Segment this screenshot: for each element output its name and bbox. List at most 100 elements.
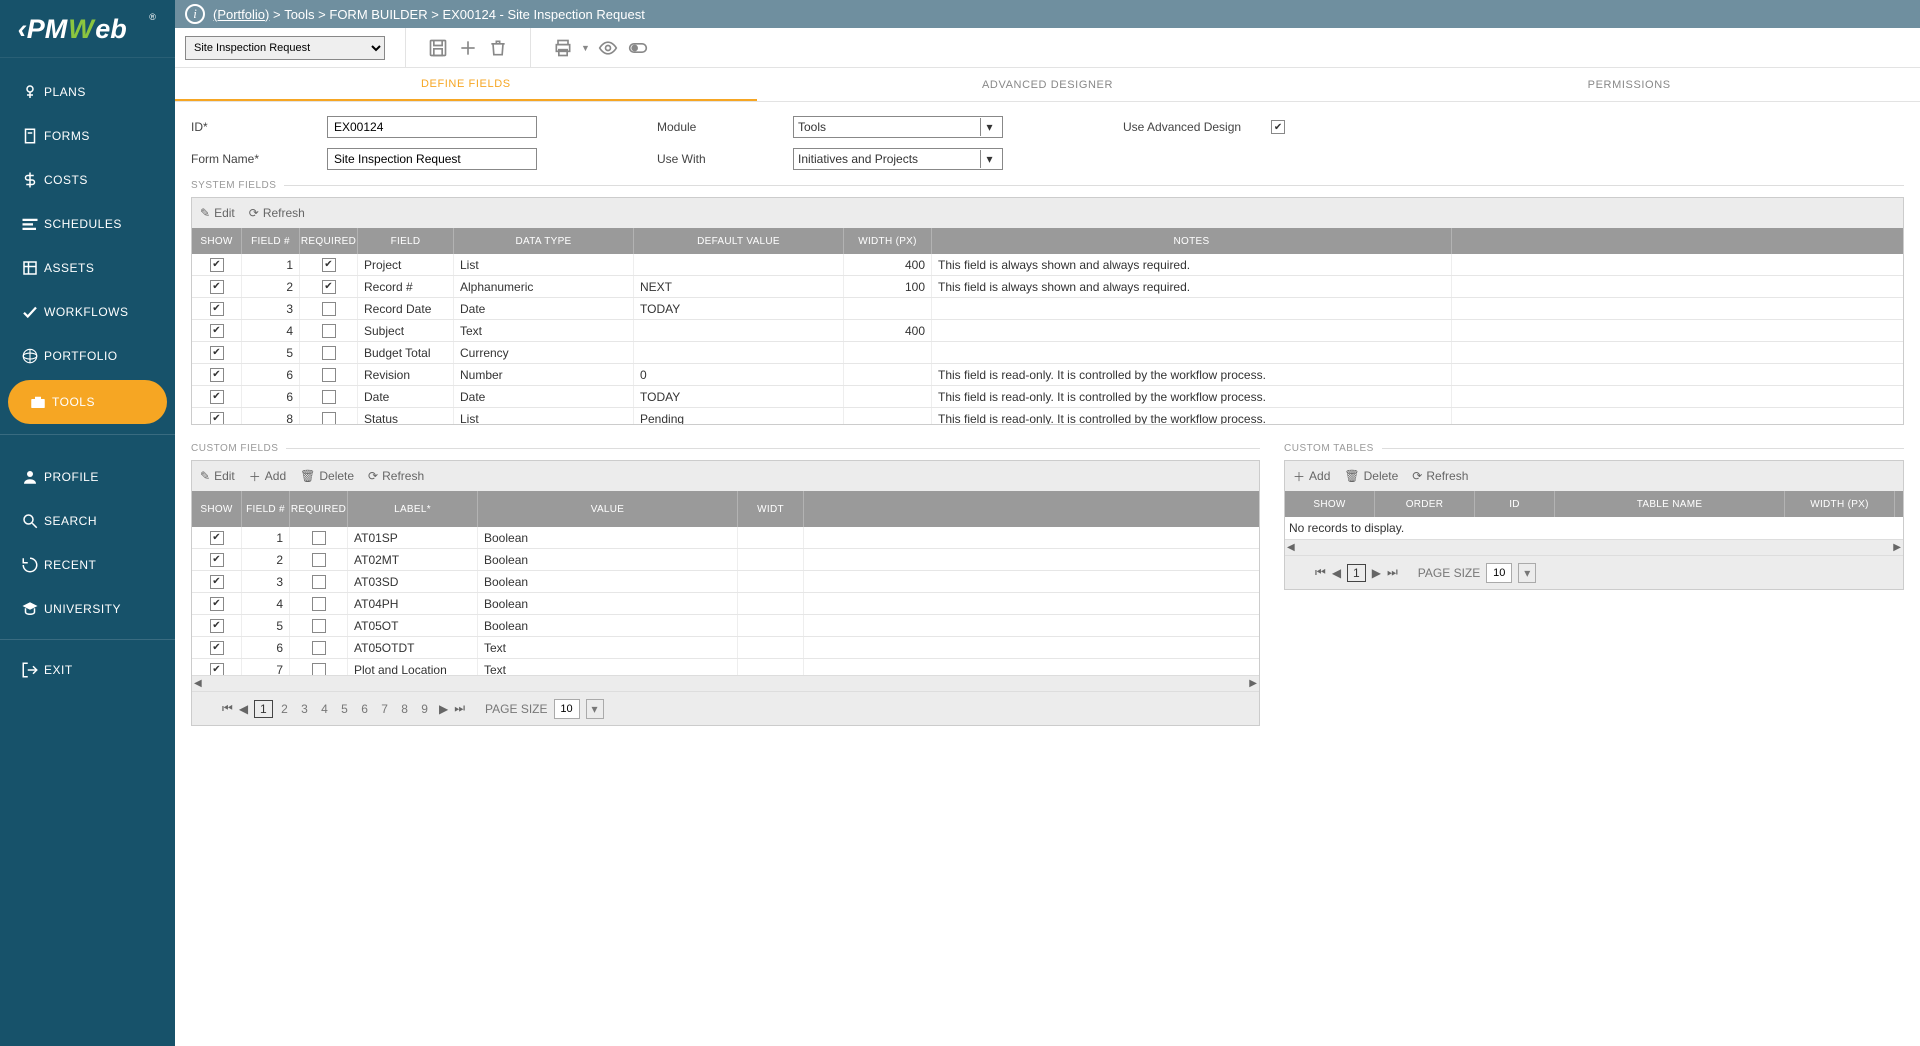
pagesize-input[interactable]	[1486, 563, 1512, 583]
pager-page[interactable]: 9	[416, 701, 433, 717]
show-checkbox[interactable]	[210, 368, 224, 382]
print-button[interactable]	[551, 36, 575, 60]
tab-advanced-designer[interactable]: ADVANCED DESIGNER	[757, 68, 1339, 101]
show-checkbox[interactable]	[210, 597, 224, 611]
preview-button[interactable]	[596, 36, 620, 60]
pager-last-icon[interactable]: ⏭	[454, 701, 465, 716]
required-checkbox[interactable]	[322, 280, 336, 294]
col-header[interactable]: LABEL*	[348, 491, 478, 527]
custom-refresh-button[interactable]: ⟳Refresh	[368, 469, 424, 483]
input-formname[interactable]	[327, 148, 537, 170]
required-checkbox[interactable]	[312, 597, 326, 611]
col-header[interactable]: DATA TYPE	[454, 228, 634, 254]
required-checkbox[interactable]	[312, 663, 326, 676]
tables-delete-button[interactable]: 🗑Delete	[1344, 469, 1398, 483]
col-header[interactable]: ORDER	[1375, 491, 1475, 517]
show-checkbox[interactable]	[210, 280, 224, 294]
required-checkbox[interactable]	[322, 390, 336, 404]
nav-tools[interactable]: TOOLS	[8, 380, 167, 424]
nav-costs[interactable]: COSTS	[0, 158, 175, 202]
pager-page[interactable]: 2	[276, 701, 293, 717]
nav-search[interactable]: SEARCH	[0, 499, 175, 543]
col-header[interactable]: FIELD #	[242, 228, 300, 254]
nav-forms[interactable]: FORMS	[0, 114, 175, 158]
nav-profile[interactable]: PROFILE	[0, 455, 175, 499]
pager-next-icon[interactable]: ▶	[1372, 566, 1381, 580]
col-header[interactable]: SHOW	[1285, 491, 1375, 517]
required-checkbox[interactable]	[312, 553, 326, 567]
col-header[interactable]: DEFAULT VALUE	[634, 228, 844, 254]
scroll-left-icon[interactable]: ◀	[194, 678, 202, 689]
checkbox-advanced[interactable]	[1271, 120, 1285, 134]
col-header[interactable]: REQUIRED	[290, 491, 348, 527]
tables-refresh-button[interactable]: ⟳Refresh	[1412, 469, 1468, 483]
required-checkbox[interactable]	[322, 368, 336, 382]
show-checkbox[interactable]	[210, 575, 224, 589]
scroll-right-icon[interactable]: ▶	[1893, 542, 1901, 553]
col-header[interactable]: ID	[1475, 491, 1555, 517]
select-usewith[interactable]: Initiatives and Projects ▾	[793, 148, 1003, 170]
show-checkbox[interactable]	[210, 346, 224, 360]
col-header[interactable]: WIDT	[738, 491, 804, 527]
nav-workflows[interactable]: WORKFLOWS	[0, 290, 175, 334]
show-checkbox[interactable]	[210, 324, 224, 338]
tab-permissions[interactable]: PERMISSIONS	[1338, 68, 1920, 101]
nav-assets[interactable]: ASSETS	[0, 246, 175, 290]
col-header[interactable]: SHOW	[192, 491, 242, 527]
print-dropdown-caret[interactable]: ▼	[581, 43, 590, 53]
col-header[interactable]: NOTES	[932, 228, 1452, 254]
required-checkbox[interactable]	[312, 575, 326, 589]
required-checkbox[interactable]	[322, 258, 336, 272]
required-checkbox[interactable]	[312, 619, 326, 633]
col-header[interactable]: WIDTH (PX)	[844, 228, 932, 254]
required-checkbox[interactable]	[322, 346, 336, 360]
show-checkbox[interactable]	[210, 390, 224, 404]
col-header[interactable]: FIELD	[358, 228, 454, 254]
scroll-left-icon[interactable]: ◀	[1287, 542, 1295, 553]
pager-first-icon[interactable]: ⏮	[222, 701, 233, 716]
required-checkbox[interactable]	[322, 412, 336, 425]
pager-page[interactable]: 1	[1347, 564, 1366, 582]
input-id[interactable]	[327, 116, 537, 138]
col-header[interactable]: FIELD #	[242, 491, 290, 527]
system-refresh-button[interactable]: ⟳Refresh	[249, 206, 305, 220]
show-checkbox[interactable]	[210, 553, 224, 567]
required-checkbox[interactable]	[322, 302, 336, 316]
show-checkbox[interactable]	[210, 258, 224, 272]
breadcrumb-portfolio[interactable]: (Portfolio)	[213, 7, 269, 22]
col-header[interactable]: VALUE	[478, 491, 738, 527]
custom-add-button[interactable]: ＋Add	[249, 468, 286, 485]
show-checkbox[interactable]	[210, 663, 224, 676]
show-checkbox[interactable]	[210, 531, 224, 545]
custom-delete-button[interactable]: 🗑Delete	[300, 469, 354, 483]
pagesize-input[interactable]	[554, 699, 580, 719]
pager-prev-icon[interactable]: ◀	[1332, 566, 1341, 580]
show-checkbox[interactable]	[210, 302, 224, 316]
show-checkbox[interactable]	[210, 619, 224, 633]
tab-define-fields[interactable]: DEFINE FIELDS	[175, 68, 757, 101]
nav-university[interactable]: UNIVERSITY	[0, 587, 175, 631]
col-header[interactable]: REQUIRED	[300, 228, 358, 254]
chevron-down-icon[interactable]: ▾	[586, 699, 604, 719]
nav-portfolio[interactable]: PORTFOLIO	[0, 334, 175, 378]
pager-page[interactable]: 5	[336, 701, 353, 717]
pager-next-icon[interactable]: ▶	[439, 702, 448, 716]
pager-last-icon[interactable]: ⏭	[1387, 565, 1398, 580]
system-edit-button[interactable]: ✎Edit	[200, 206, 235, 220]
chevron-down-icon[interactable]: ▾	[1518, 563, 1536, 583]
record-selector[interactable]: Site Inspection Request	[185, 36, 385, 60]
scroll-right-icon[interactable]: ▶	[1249, 678, 1257, 689]
nav-recent[interactable]: RECENT	[0, 543, 175, 587]
col-header[interactable]: SHOW	[192, 228, 242, 254]
show-checkbox[interactable]	[210, 412, 224, 425]
custom-edit-button[interactable]: ✎Edit	[200, 469, 235, 483]
col-header[interactable]: TABLE NAME	[1555, 491, 1785, 517]
add-button[interactable]	[456, 36, 480, 60]
nav-schedules[interactable]: SCHEDULES	[0, 202, 175, 246]
pager-page[interactable]: 6	[356, 701, 373, 717]
required-checkbox[interactable]	[312, 641, 326, 655]
col-header[interactable]: WIDTH (PX)	[1785, 491, 1895, 517]
select-module[interactable]: Tools ▾	[793, 116, 1003, 138]
toggle-button[interactable]	[626, 36, 650, 60]
nav-exit[interactable]: EXIT	[0, 648, 175, 692]
